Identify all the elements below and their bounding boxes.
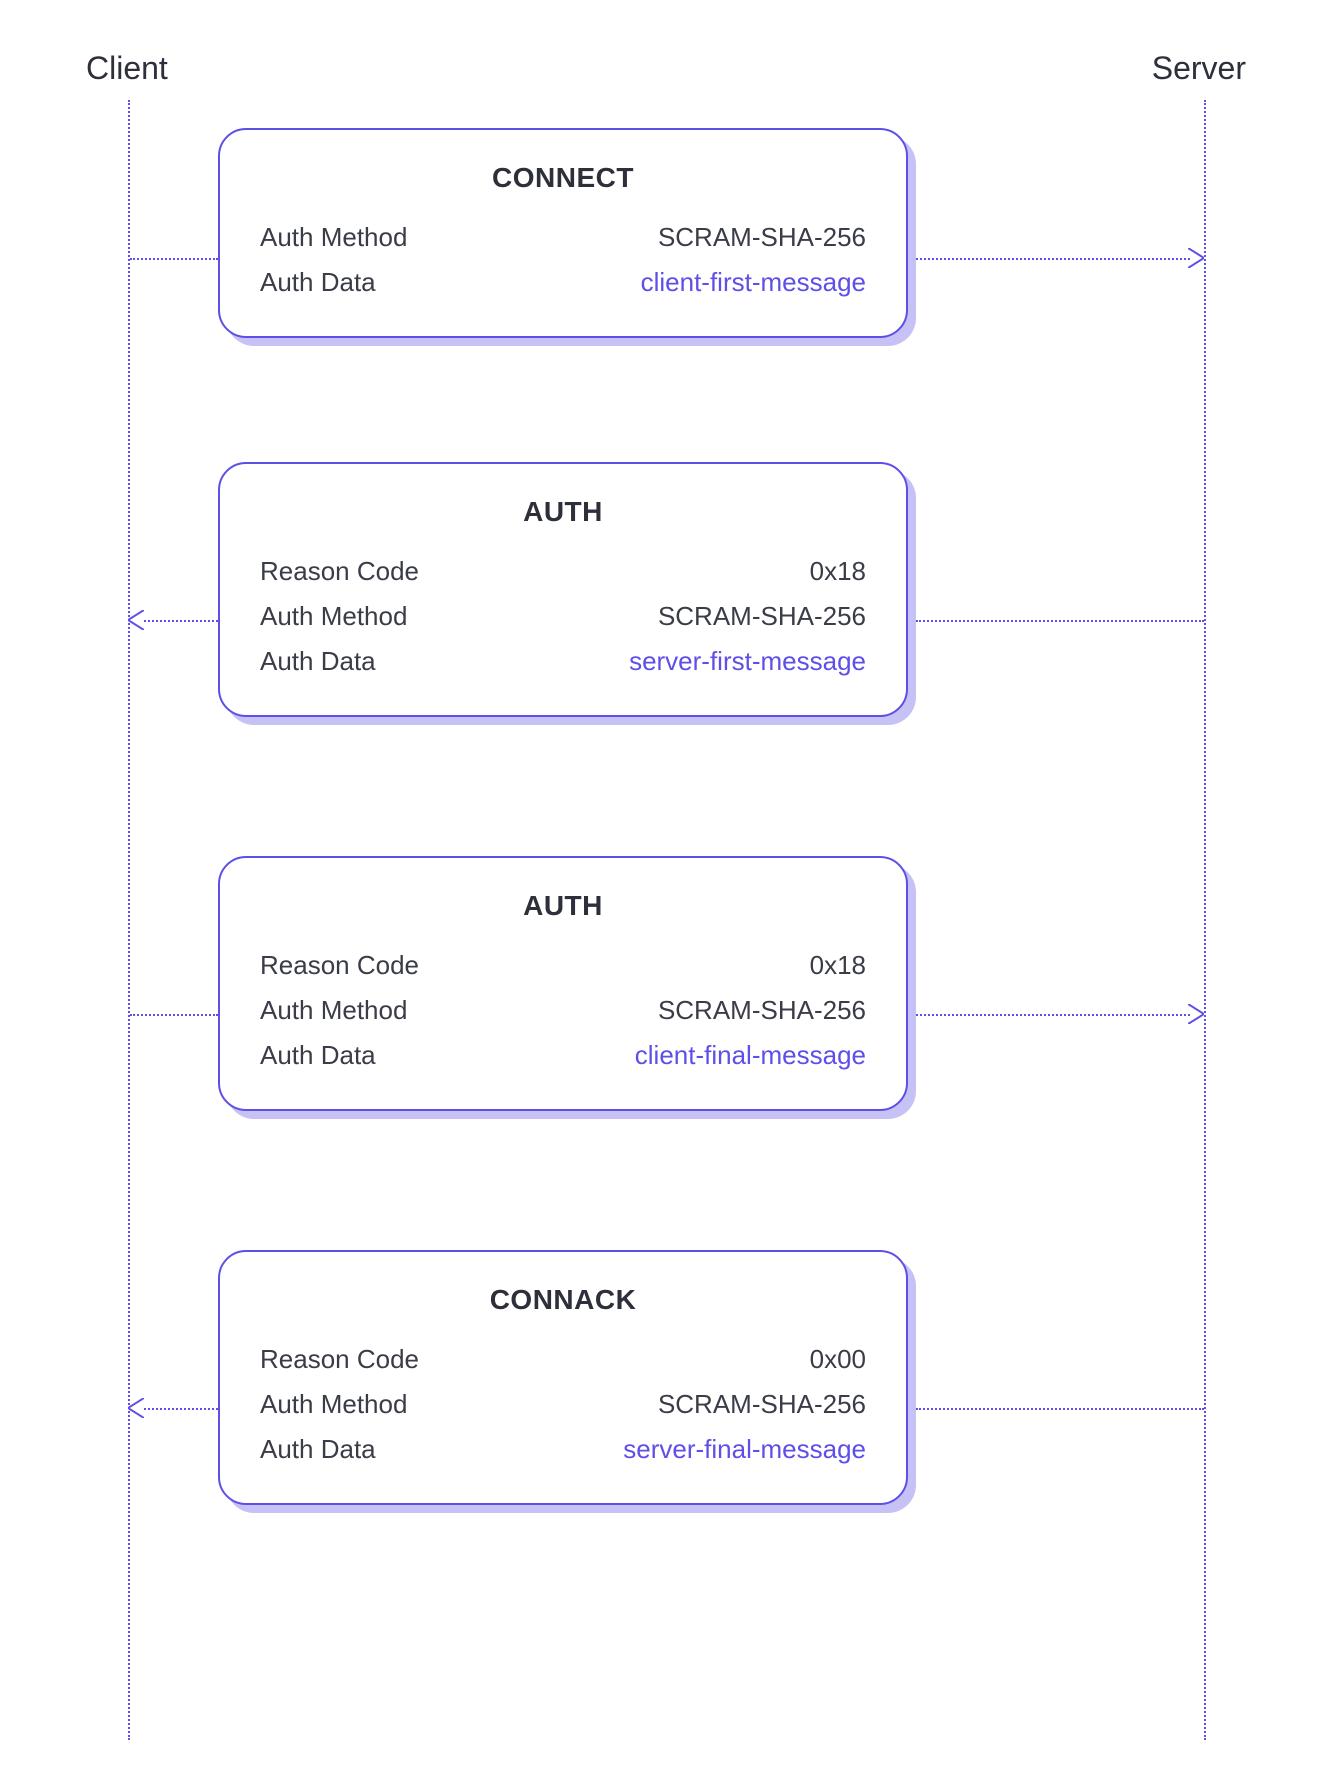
field-key: Reason Code (260, 556, 419, 587)
arrow-segment (130, 258, 218, 260)
message-title: CONNECT (260, 162, 866, 194)
participant-client-label: Client (86, 50, 168, 87)
participant-server-label: Server (1152, 50, 1246, 87)
field-row: Auth Method SCRAM-SHA-256 (260, 995, 866, 1026)
field-value-link[interactable]: client-first-message (641, 267, 866, 298)
field-row: Auth Method SCRAM-SHA-256 (260, 222, 866, 253)
arrow-segment (916, 258, 1190, 260)
arrow-segment (144, 620, 218, 622)
field-row: Auth Data client-first-message (260, 267, 866, 298)
arrow-segment (916, 1408, 1204, 1410)
field-row: Reason Code 0x18 (260, 556, 866, 587)
field-value-link[interactable]: server-final-message (623, 1434, 866, 1465)
field-row: Auth Data server-final-message (260, 1434, 866, 1465)
field-key: Auth Data (260, 267, 376, 298)
message-card-connect: CONNECT Auth Method SCRAM-SHA-256 Auth D… (218, 128, 908, 338)
field-row: Reason Code 0x18 (260, 950, 866, 981)
field-key: Auth Method (260, 601, 407, 632)
client-lifeline (128, 100, 130, 1740)
field-key: Auth Data (260, 1434, 376, 1465)
message-card-connack: CONNACK Reason Code 0x00 Auth Method SCR… (218, 1250, 908, 1505)
field-row: Auth Method SCRAM-SHA-256 (260, 601, 866, 632)
arrow-segment (916, 620, 1204, 622)
field-key: Reason Code (260, 950, 419, 981)
field-value: 0x00 (810, 1344, 866, 1375)
message-card-auth-2: AUTH Reason Code 0x18 Auth Method SCRAM-… (218, 856, 908, 1111)
arrow-segment (916, 1014, 1190, 1016)
field-key: Reason Code (260, 1344, 419, 1375)
field-value-link[interactable]: server-first-message (629, 646, 866, 677)
message-title: AUTH (260, 496, 866, 528)
arrow-segment (130, 1014, 218, 1016)
field-value: SCRAM-SHA-256 (658, 995, 866, 1026)
field-value: SCRAM-SHA-256 (658, 1389, 866, 1420)
field-value-link[interactable]: client-final-message (635, 1040, 866, 1071)
message-title: AUTH (260, 890, 866, 922)
arrow-segment (144, 1408, 218, 1410)
server-lifeline (1204, 100, 1206, 1740)
field-value: 0x18 (810, 556, 866, 587)
field-row: Auth Data client-final-message (260, 1040, 866, 1071)
field-row: Auth Method SCRAM-SHA-256 (260, 1389, 866, 1420)
field-key: Auth Data (260, 1040, 376, 1071)
field-value: SCRAM-SHA-256 (658, 222, 866, 253)
message-card-auth-1: AUTH Reason Code 0x18 Auth Method SCRAM-… (218, 462, 908, 717)
field-key: Auth Method (260, 222, 407, 253)
message-title: CONNACK (260, 1284, 866, 1316)
field-row: Reason Code 0x00 (260, 1344, 866, 1375)
field-key: Auth Data (260, 646, 376, 677)
field-value: 0x18 (810, 950, 866, 981)
field-key: Auth Method (260, 995, 407, 1026)
field-key: Auth Method (260, 1389, 407, 1420)
field-row: Auth Data server-first-message (260, 646, 866, 677)
field-value: SCRAM-SHA-256 (658, 601, 866, 632)
